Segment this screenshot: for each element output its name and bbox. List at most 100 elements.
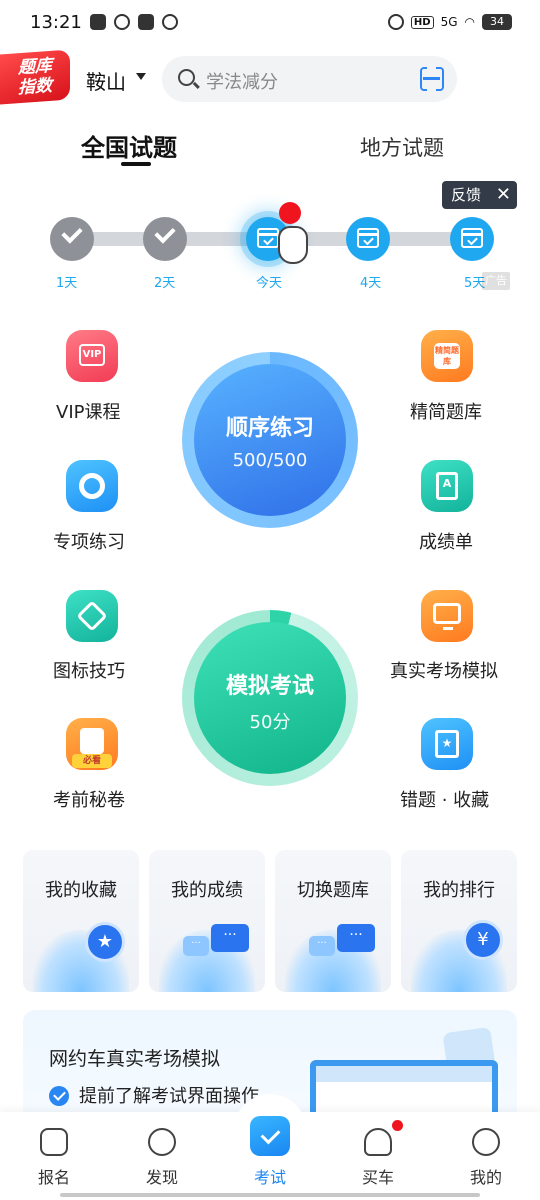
status-left: 13:21	[30, 12, 178, 33]
nav-item-mine[interactable]: 我的	[432, 1112, 540, 1200]
checkin-day-label: 1天	[56, 276, 78, 291]
logo-line-2: 指数	[18, 75, 52, 99]
banner-point: 提前了解考试界面操作	[79, 1086, 259, 1107]
app-logo[interactable]: 题库 指数	[0, 49, 70, 105]
exam-ring[interactable]: 模拟考试 50分	[182, 610, 358, 786]
vip-course-label[interactable]: VIP课程	[56, 398, 120, 424]
profile-icon	[472, 1128, 500, 1156]
practice-progress: 500/500	[232, 450, 308, 471]
tab-local[interactable]: 地方试题	[360, 132, 444, 162]
card-my-ranking[interactable]: 我的排行 ¥	[401, 850, 517, 992]
bottom-nav: 报名 发现 考试 买车 我的	[0, 1094, 540, 1200]
real-exam-sim-label[interactable]: 真实考场模拟	[390, 657, 498, 683]
nav-label: 发现	[145, 1168, 178, 1187]
practice-title: 顺序练习	[225, 416, 314, 441]
car-icon	[364, 1128, 392, 1156]
notification-dot	[279, 202, 301, 224]
special-practice-label[interactable]: 专项练习	[53, 528, 125, 554]
nav-notification-dot	[392, 1120, 403, 1131]
feedback-button[interactable]: 反馈 ✕	[442, 181, 517, 209]
card-label: 切换题库	[297, 880, 369, 901]
report-icon[interactable]: A	[421, 460, 473, 512]
lite-bank-label[interactable]: 精简题库	[410, 398, 482, 424]
header: 题库 指数 鞍山 学法减分	[0, 49, 540, 106]
nav-label: 我的	[469, 1168, 502, 1187]
chat-icon: ···	[337, 924, 375, 952]
exam-title: 模拟考试	[225, 674, 314, 699]
secret-paper-label[interactable]: 考前秘卷	[53, 786, 125, 812]
sync-icon	[113, 14, 130, 30]
alarm-icon	[387, 14, 404, 30]
globe-icon	[161, 14, 178, 30]
note-icon-text: 精简题库	[434, 343, 460, 369]
nav-item-register[interactable]: 报名	[0, 1112, 108, 1200]
scan-icon[interactable]	[420, 66, 444, 91]
close-icon[interactable]: ✕	[496, 181, 511, 209]
ad-tag: 广告	[482, 272, 510, 290]
exam-score: 50分	[249, 712, 291, 733]
practice-button[interactable]: 顺序练习 500/500	[194, 364, 346, 516]
target-icon[interactable]	[66, 460, 118, 512]
checkin-day-5[interactable]	[450, 217, 494, 261]
practice-ring[interactable]: 顺序练习 500/500	[182, 352, 358, 528]
wifi-icon: ◠	[464, 15, 475, 29]
feedback-label: 反馈	[451, 186, 482, 204]
status-time: 13:21	[30, 11, 82, 33]
city-selector[interactable]: 鞍山	[86, 66, 126, 95]
search-icon	[178, 69, 195, 86]
chat-icon: ···	[309, 936, 335, 956]
vip-badge: VIP	[79, 344, 105, 366]
checkin-day-1[interactable]	[50, 217, 94, 261]
sign-icon[interactable]	[66, 590, 118, 642]
calendar-icon	[461, 228, 483, 248]
nav-label: 买车	[361, 1168, 394, 1187]
yen-icon: ¥	[463, 920, 503, 960]
card-my-favorites[interactable]: 我的收藏 ★	[23, 850, 139, 992]
nav-item-buy-car[interactable]: 买车	[324, 1112, 432, 1200]
calendar-icon	[357, 228, 379, 248]
card-label: 我的排行	[423, 880, 495, 901]
nav-item-exam[interactable]: 考试	[216, 1112, 324, 1200]
battery-icon: 34	[482, 14, 512, 30]
checkin-day-label: 今天	[256, 276, 283, 291]
network-label: 5G	[440, 15, 458, 29]
exam-button[interactable]: 模拟考试 50分	[194, 622, 346, 774]
form-icon	[40, 1128, 68, 1156]
card-label: 我的收藏	[45, 880, 117, 901]
report-card-label[interactable]: 成绩单	[419, 528, 473, 554]
tap-hand-icon	[278, 226, 308, 264]
banner-title: 网约车真实考场模拟	[49, 1048, 221, 1070]
home-indicator[interactable]	[60, 1193, 480, 1197]
navigation-icon	[137, 14, 154, 30]
nav-label: 考试	[253, 1168, 286, 1187]
must-see-tag: 必看	[72, 754, 112, 768]
note-icon[interactable]: 精简题库	[421, 330, 473, 382]
vip-icon[interactable]: VIP	[66, 330, 118, 382]
search-input[interactable]: 学法减分	[206, 68, 278, 94]
status-right: HD 5G ◠ 34	[387, 14, 512, 30]
compass-icon	[148, 1128, 176, 1156]
caret-down-icon[interactable]	[136, 73, 146, 80]
star-icon: ★	[85, 922, 125, 962]
nav-label: 报名	[37, 1168, 70, 1187]
checkin-day-4[interactable]	[346, 217, 390, 261]
checkin-day-label: 2天	[154, 276, 176, 291]
bookmark-icon[interactable]: ★	[421, 718, 473, 770]
card-label: 我的成绩	[171, 880, 243, 901]
checkin-day-2[interactable]	[143, 217, 187, 261]
sign-tips-label[interactable]: 图标技巧	[53, 657, 125, 683]
check-icon	[49, 1086, 69, 1106]
card-switch-bank[interactable]: 切换题库 ··· ···	[275, 850, 391, 992]
report-icon-text: A	[436, 472, 458, 500]
mistakes-favorites-label[interactable]: 错题 · 收藏	[400, 786, 489, 812]
monitor-icon[interactable]	[421, 590, 473, 642]
nav-item-discover[interactable]: 发现	[108, 1112, 216, 1200]
tab-underline	[121, 162, 151, 166]
bookmark-icon-text: ★	[435, 730, 459, 758]
exam-icon	[250, 1116, 290, 1156]
card-my-scores[interactable]: 我的成绩 ··· ···	[149, 850, 265, 992]
exam-paper-icon[interactable]: 必看	[66, 718, 118, 770]
tab-national[interactable]: 全国试题	[81, 128, 177, 163]
search-bar[interactable]: 学法减分	[162, 56, 457, 102]
chat-icon: ···	[211, 924, 249, 952]
